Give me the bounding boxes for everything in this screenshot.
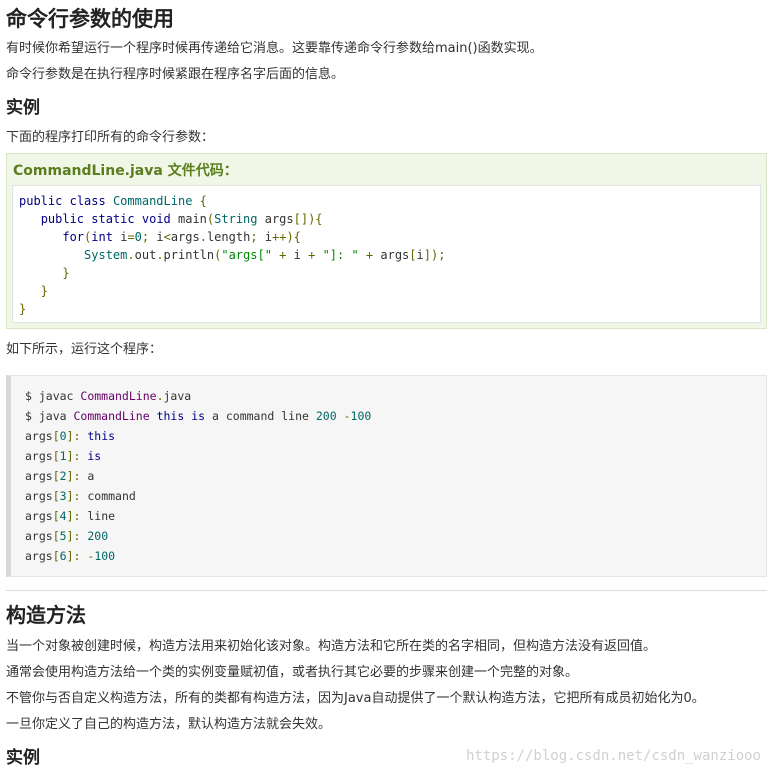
- code-line: public class CommandLine {: [19, 194, 207, 208]
- paragraph: 命令行参数是在执行程序时候紧跟在程序名字后面的信息。: [6, 67, 345, 82]
- shell-line: args[5]: 200: [25, 529, 109, 543]
- paragraph: 当一个对象被创建时候，构造方法用来初始化该对象。构造方法和它所在类的名字相同，但…: [6, 639, 657, 654]
- shell-line: args[6]: -100: [25, 549, 116, 563]
- code-block[interactable]: public class CommandLine { public static…: [12, 185, 761, 323]
- paragraph: 有时候你希望运行一个程序时候再传递给它消息。这要靠传递命令行参数给main()函…: [6, 41, 543, 56]
- blog-watermark: https://blog.csdn.net/csdn_wanziooo: [465, 748, 761, 764]
- code-file-title: CommandLine.java 文件代码：: [13, 163, 238, 179]
- code-line: public static void main(String args[]){: [40, 212, 323, 226]
- shell-line: $ java CommandLine this is a command lin…: [25, 409, 372, 423]
- shell-line: args[3]: command: [25, 489, 136, 503]
- shell-line: args[1]: is: [25, 449, 102, 463]
- code-line: }: [19, 302, 27, 316]
- example-intro: 下面的程序打印所有的命令行参数：: [6, 130, 215, 145]
- paragraph: 通常会使用构造方法给一个类的实例变量赋初值，或者执行其它必要的步骤来创建一个完整…: [6, 665, 579, 680]
- example-heading: 实例: [6, 98, 40, 118]
- shell-line: args[0]: this: [25, 429, 116, 443]
- code-line: }: [62, 266, 70, 280]
- code-line: }: [40, 284, 48, 298]
- shell-line: args[2]: a: [25, 469, 95, 483]
- section-title-constructors: 构造方法: [6, 603, 86, 627]
- section-divider: [6, 590, 767, 591]
- shell-line: $ javac CommandLine.java: [25, 389, 192, 403]
- shell-output-block[interactable]: $ javac CommandLine.java $ java CommandL…: [6, 375, 767, 577]
- paragraph: 一旦你定义了自己的构造方法，默认构造方法就会失效。: [6, 717, 332, 732]
- section-title-command-line-args: 命令行参数的使用: [6, 7, 174, 31]
- article: 命令行参数的使用 有时候你希望运行一个程序时候再传递给它消息。这要靠传递命令行参…: [0, 0, 773, 778]
- code-line: System.out.println("args[" + i + "]: " +…: [84, 248, 446, 262]
- code-line: for(int i=0; i<args.length; i++){: [62, 230, 301, 244]
- code-example-box: CommandLine.java 文件代码： public class Comm…: [6, 153, 767, 329]
- paragraph: 不管你与否自定义构造方法，所有的类都有构造方法，因为Java自动提供了一个默认构…: [6, 691, 705, 706]
- shell-line: args[4]: line: [25, 509, 116, 523]
- run-intro: 如下所示，运行这个程序：: [6, 342, 163, 357]
